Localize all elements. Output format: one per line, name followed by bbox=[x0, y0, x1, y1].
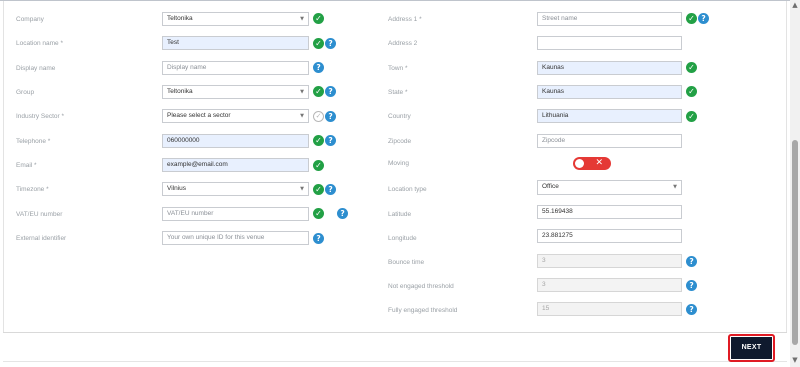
telephone-help-icon[interactable]: ? bbox=[325, 135, 336, 146]
timezone-help-icon[interactable]: ? bbox=[325, 184, 336, 195]
external-identifier-label: External identifier bbox=[16, 235, 67, 242]
group-help-icon[interactable]: ? bbox=[325, 86, 336, 97]
fully-engaged-threshold-label: Fully engaged threshold bbox=[388, 307, 458, 314]
industry-sector-help-icon[interactable]: ? bbox=[325, 111, 336, 122]
state-label: State * bbox=[388, 89, 408, 96]
industry-sector-select[interactable]: Please select a sector ▼ bbox=[162, 109, 309, 123]
not-engaged-threshold-help-icon[interactable]: ? bbox=[686, 280, 697, 291]
address-1-check-icon: ✓ bbox=[686, 13, 697, 24]
group-check-icon: ✓ bbox=[313, 86, 324, 97]
chevron-down-icon: ▼ bbox=[300, 113, 304, 119]
email-input[interactable]: example@email.com bbox=[162, 158, 309, 172]
company-select[interactable]: Teltonika ▼ bbox=[162, 12, 309, 26]
scroll-down-icon[interactable]: ▼ bbox=[791, 356, 799, 364]
zipcode-label: Zipcode bbox=[388, 138, 412, 145]
external-identifier-input[interactable]: Your own unique ID for this venue bbox=[162, 231, 309, 245]
telephone-label: Telephone * bbox=[16, 138, 51, 145]
scroll-up-icon[interactable]: ▲ bbox=[791, 1, 799, 9]
group-select-value: Teltonika bbox=[167, 88, 193, 95]
chevron-down-icon: ▼ bbox=[300, 16, 304, 22]
location-type-label: Location type bbox=[388, 186, 427, 193]
not-engaged-threshold-input: 3 bbox=[537, 278, 682, 292]
bounce-time-help-icon[interactable]: ? bbox=[686, 256, 697, 267]
address-1-input[interactable]: Street name bbox=[537, 12, 682, 26]
location-name-help-icon[interactable]: ? bbox=[325, 38, 336, 49]
timezone-select[interactable]: Vilnius ▼ bbox=[162, 182, 309, 196]
not-engaged-threshold-label: Not engaged threshold bbox=[388, 283, 454, 290]
chevron-down-icon: ▼ bbox=[673, 184, 677, 190]
address-1-help-icon[interactable]: ? bbox=[698, 13, 709, 24]
next-button[interactable]: NEXT bbox=[731, 337, 772, 359]
fully-engaged-threshold-input: 15 bbox=[537, 302, 682, 316]
chevron-down-icon: ▼ bbox=[300, 89, 304, 95]
fully-engaged-threshold-help-icon[interactable]: ? bbox=[686, 304, 697, 315]
bounce-time-label: Bounce time bbox=[388, 259, 425, 266]
vat-number-label: VAT/EU number bbox=[16, 211, 63, 218]
country-label: Country bbox=[388, 113, 411, 120]
vertical-scrollbar[interactable]: ▲ ▼ bbox=[790, 0, 800, 367]
zipcode-input[interactable]: Zipcode bbox=[537, 134, 682, 148]
bounce-time-input: 3 bbox=[537, 254, 682, 268]
timezone-select-value: Vilnius bbox=[167, 185, 187, 192]
address-2-label: Address 2 bbox=[388, 40, 418, 47]
vat-number-input[interactable]: VAT/EU number bbox=[162, 207, 309, 221]
country-input[interactable]: Lithuania bbox=[537, 109, 682, 123]
longitude-input[interactable]: 23.881275 bbox=[537, 229, 682, 243]
footer-divider bbox=[3, 332, 787, 333]
address-1-label: Address 1 * bbox=[388, 16, 422, 23]
email-label: Email * bbox=[16, 162, 37, 169]
company-check-icon: ✓ bbox=[313, 13, 324, 24]
email-check-icon: ✓ bbox=[313, 160, 324, 171]
telephone-check-icon: ✓ bbox=[313, 135, 324, 146]
longitude-label: Longitude bbox=[388, 235, 417, 242]
timezone-label: Timezone * bbox=[16, 186, 49, 193]
timezone-check-icon: ✓ bbox=[313, 184, 324, 195]
scroll-thumb[interactable] bbox=[792, 140, 798, 345]
location-name-check-icon: ✓ bbox=[313, 38, 324, 49]
toggle-knob bbox=[575, 159, 584, 168]
location-name-label: Location name * bbox=[16, 40, 63, 47]
vat-number-check-icon: ✓ bbox=[313, 208, 324, 219]
location-type-select-value: Office bbox=[542, 183, 559, 190]
display-name-label: Display name bbox=[16, 65, 56, 72]
location-type-select[interactable]: Office ▼ bbox=[537, 180, 682, 195]
close-icon: ✕ bbox=[595, 158, 603, 168]
latitude-input[interactable]: 55.169438 bbox=[537, 205, 682, 219]
display-name-help-icon[interactable]: ? bbox=[313, 62, 324, 73]
group-label: Group bbox=[16, 89, 35, 96]
footer-bottom-border bbox=[3, 361, 787, 362]
moving-label: Moving bbox=[388, 160, 409, 167]
industry-sector-label: Industry Sector * bbox=[16, 113, 65, 120]
moving-toggle[interactable]: ✕ bbox=[573, 157, 611, 170]
company-label: Company bbox=[16, 16, 44, 23]
state-input[interactable]: Kaunas bbox=[537, 85, 682, 99]
town-label: Town * bbox=[388, 65, 408, 72]
address-2-input[interactable] bbox=[537, 36, 682, 50]
latitude-label: Latitude bbox=[388, 211, 412, 218]
company-select-value: Teltonika bbox=[167, 15, 193, 22]
location-form-page: Company Teltonika ▼ ✓ Location name * Te… bbox=[0, 0, 800, 367]
group-select[interactable]: Teltonika ▼ bbox=[162, 85, 309, 99]
town-check-icon: ✓ bbox=[686, 62, 697, 73]
location-name-input[interactable]: Test bbox=[162, 36, 309, 50]
external-identifier-help-icon[interactable]: ? bbox=[313, 233, 324, 244]
display-name-input[interactable]: Display name bbox=[162, 61, 309, 75]
industry-sector-check-icon: ✓ bbox=[313, 111, 324, 122]
industry-sector-select-value: Please select a sector bbox=[167, 112, 231, 119]
telephone-input[interactable]: 060000000 bbox=[162, 134, 309, 148]
town-input[interactable]: Kaunas bbox=[537, 61, 682, 75]
vat-number-help-icon[interactable]: ? bbox=[337, 208, 348, 219]
chevron-down-icon: ▼ bbox=[300, 186, 304, 192]
country-check-icon: ✓ bbox=[686, 111, 697, 122]
state-check-icon: ✓ bbox=[686, 86, 697, 97]
